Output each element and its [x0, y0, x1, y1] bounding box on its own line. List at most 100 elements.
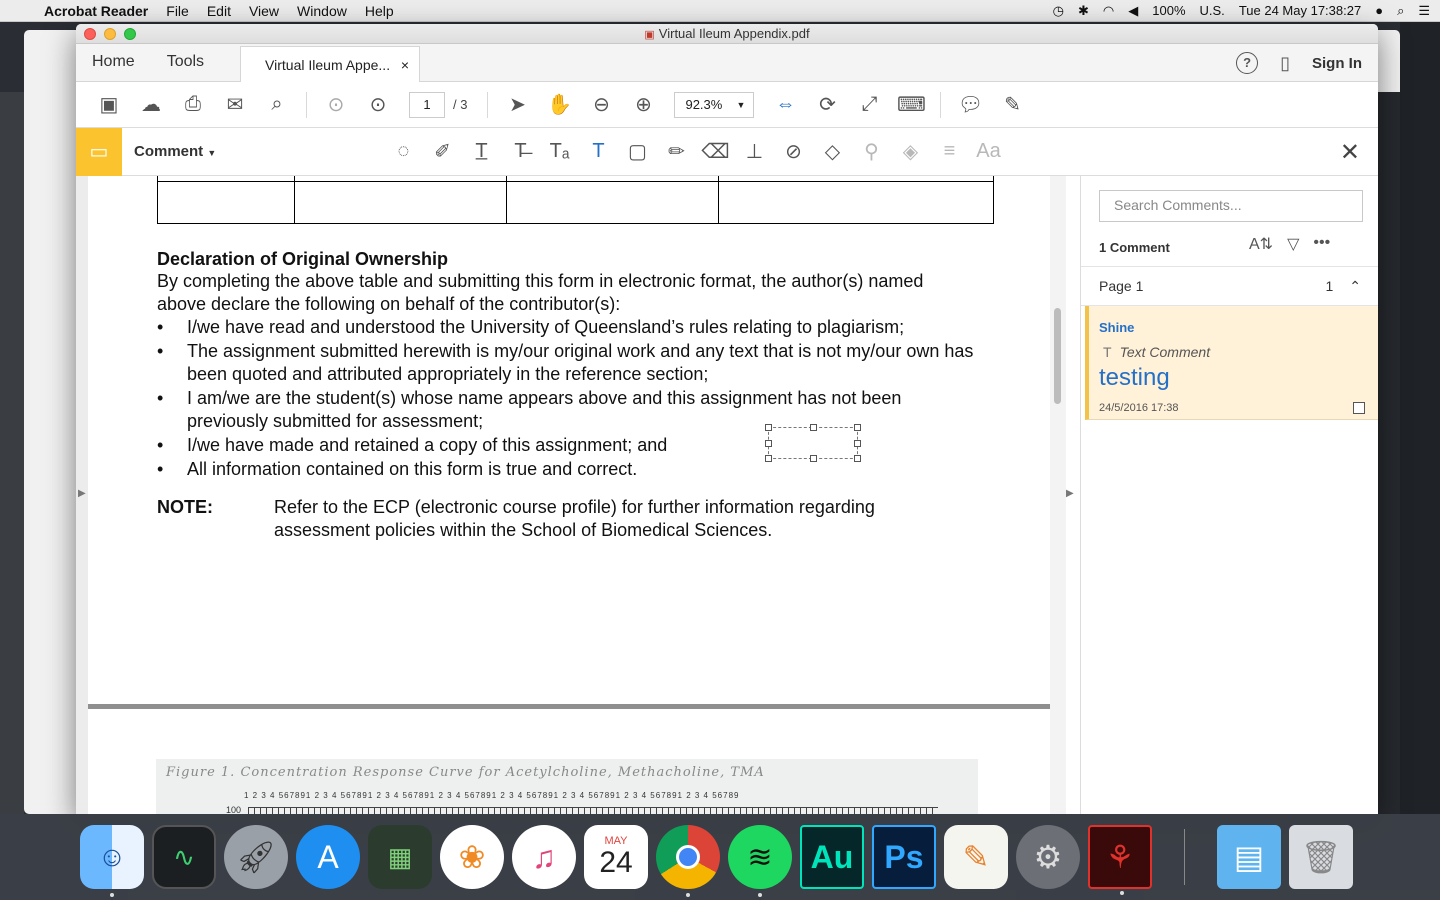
comment-card[interactable]: Shine T Text Comment testing 24/5/2016 17…: [1085, 306, 1378, 420]
eraser-icon[interactable]: ⌫: [696, 134, 735, 170]
replace-text-icon[interactable]: Tₐ: [540, 134, 579, 170]
pencil-icon[interactable]: ✏: [657, 134, 696, 170]
email-icon[interactable]: ✉: [214, 87, 256, 123]
input-source[interactable]: U.S.: [1200, 3, 1225, 18]
page-group-header[interactable]: Page 1 1 ⌃: [1081, 266, 1378, 306]
text-comment-selection-box[interactable]: [765, 424, 861, 462]
battery-label[interactable]: 100%: [1152, 3, 1185, 18]
text-box-icon[interactable]: ▢: [618, 134, 657, 170]
sticky-note-icon[interactable]: ◌: [384, 134, 423, 170]
close-window-button[interactable]: [84, 28, 96, 40]
image-capture-icon[interactable]: ▦: [368, 825, 432, 889]
tab-home[interactable]: Home: [76, 53, 151, 81]
resize-handle[interactable]: [854, 455, 861, 462]
save-icon[interactable]: ▣: [88, 87, 130, 123]
title-bar[interactable]: ▣ Virtual Ileum Appendix.pdf: [76, 24, 1378, 44]
tab-tools[interactable]: Tools: [151, 53, 220, 81]
more-options-icon[interactable]: •••: [1313, 234, 1330, 254]
scrollbar-thumb[interactable]: [1054, 308, 1061, 404]
underline-text-icon[interactable]: T̲: [462, 134, 501, 170]
bluetooth-icon[interactable]: ✱: [1078, 3, 1089, 19]
keyboard-icon[interactable]: ⌨: [890, 87, 932, 123]
print-icon[interactable]: ⎙: [172, 87, 214, 123]
pages-icon[interactable]: ✎: [944, 825, 1008, 889]
select-tool-icon[interactable]: ➤: [496, 87, 538, 123]
resize-handle[interactable]: [765, 455, 772, 462]
menu-file[interactable]: File: [157, 3, 198, 19]
audition-icon[interactable]: Au: [800, 825, 864, 889]
filter-icon[interactable]: ▽: [1287, 234, 1299, 254]
photos-icon[interactable]: ❀: [440, 825, 504, 889]
chrome-icon[interactable]: [656, 825, 720, 897]
help-icon[interactable]: ?: [1236, 52, 1259, 74]
user-icon[interactable]: ●: [1375, 3, 1383, 18]
system-preferences-icon[interactable]: ⚙: [1016, 825, 1080, 889]
menu-view[interactable]: View: [240, 3, 288, 19]
activity-monitor-icon[interactable]: ∿: [152, 825, 216, 889]
time-machine-icon[interactable]: ◷: [1053, 3, 1064, 19]
finder-icon[interactable]: ☺: [80, 825, 144, 897]
resize-handle[interactable]: [810, 424, 817, 431]
comment-menu[interactable]: Comment ▼: [134, 143, 384, 160]
collapse-right-pane-icon[interactable]: ▶: [1066, 488, 1074, 499]
fill-color-icon[interactable]: ◈: [891, 134, 930, 170]
resize-handle[interactable]: [765, 424, 772, 431]
tab-document[interactable]: Virtual Ileum Appe... ×: [240, 46, 421, 82]
highlight-pen-icon[interactable]: ✎: [991, 87, 1033, 123]
resize-handle[interactable]: [810, 455, 817, 462]
resize-handle[interactable]: [765, 440, 772, 447]
sort-icon[interactable]: A⇅: [1249, 234, 1273, 254]
wifi-icon[interactable]: ◠: [1103, 3, 1114, 19]
minimize-window-button[interactable]: [104, 28, 116, 40]
document-scrollbar[interactable]: [1050, 176, 1066, 814]
volume-icon[interactable]: ◀: [1128, 3, 1138, 19]
tab-close-icon[interactable]: ×: [401, 57, 409, 73]
notification-center-icon[interactable]: ☰: [1418, 3, 1430, 19]
sign-in-button[interactable]: Sign In: [1312, 55, 1362, 72]
spotify-icon[interactable]: ≋: [728, 825, 792, 897]
mobile-link-icon[interactable]: ▯: [1280, 53, 1290, 74]
launchpad-icon[interactable]: 🚀︎: [224, 825, 288, 889]
strikethrough-text-icon[interactable]: T̶: [501, 134, 540, 170]
comment-icon[interactable]: 💬︎: [949, 87, 991, 123]
clock[interactable]: Tue 24 May 17:38:27: [1239, 3, 1361, 18]
add-text-icon[interactable]: T: [579, 134, 618, 170]
chevron-up-icon[interactable]: ⌃: [1349, 278, 1361, 295]
zoom-window-button[interactable]: [124, 28, 136, 40]
spotlight-icon[interactable]: ⌕: [1397, 3, 1404, 19]
photoshop-icon[interactable]: Ps: [872, 825, 936, 889]
rotate-page-icon[interactable]: ⟳: [806, 87, 848, 123]
line-weight-icon[interactable]: ≡: [930, 134, 969, 170]
fit-page-icon[interactable]: ⇔: [764, 87, 806, 123]
acrobat-reader-icon[interactable]: ⚘: [1088, 825, 1152, 895]
highlight-text-icon[interactable]: ✐: [423, 134, 462, 170]
downloads-folder-icon[interactable]: ▤: [1217, 825, 1281, 889]
full-screen-icon[interactable]: ⤢: [848, 87, 890, 123]
previous-page-icon[interactable]: ⊙: [315, 87, 357, 123]
upload-cloud-icon[interactable]: ☁: [130, 87, 172, 123]
font-tool[interactable]: Aa: [969, 134, 1008, 170]
page-number-input[interactable]: 1: [409, 91, 445, 118]
comment-checkbox[interactable]: [1353, 402, 1365, 414]
expand-left-panel-icon[interactable]: ▶: [78, 488, 86, 499]
itunes-icon[interactable]: ♫: [512, 825, 576, 889]
hand-tool-icon[interactable]: ✋: [538, 87, 580, 123]
next-page-icon[interactable]: ⊙: [357, 87, 399, 123]
document-viewport[interactable]: ▶ Declaration of Original Ownership By c…: [76, 176, 1066, 814]
zoom-in-icon[interactable]: ⊕: [622, 87, 664, 123]
search-icon[interactable]: ⌕: [256, 87, 298, 123]
attach-file-icon[interactable]: ⊘: [774, 134, 813, 170]
resize-handle[interactable]: [854, 424, 861, 431]
resize-handle[interactable]: [854, 440, 861, 447]
stamp-icon[interactable]: ⊥: [735, 134, 774, 170]
zoom-out-icon[interactable]: ⊖: [580, 87, 622, 123]
menu-window[interactable]: Window: [288, 3, 356, 19]
app-store-icon[interactable]: A: [296, 825, 360, 889]
zoom-select[interactable]: 92.3% ▼: [674, 91, 755, 118]
trash-icon[interactable]: 🗑︎: [1289, 825, 1353, 889]
menu-app-name[interactable]: Acrobat Reader: [40, 3, 157, 19]
menu-help[interactable]: Help: [356, 3, 403, 19]
drawing-tools-icon[interactable]: ◇: [813, 134, 852, 170]
search-comments-input[interactable]: Search Comments...: [1099, 190, 1363, 222]
menu-edit[interactable]: Edit: [198, 3, 240, 19]
